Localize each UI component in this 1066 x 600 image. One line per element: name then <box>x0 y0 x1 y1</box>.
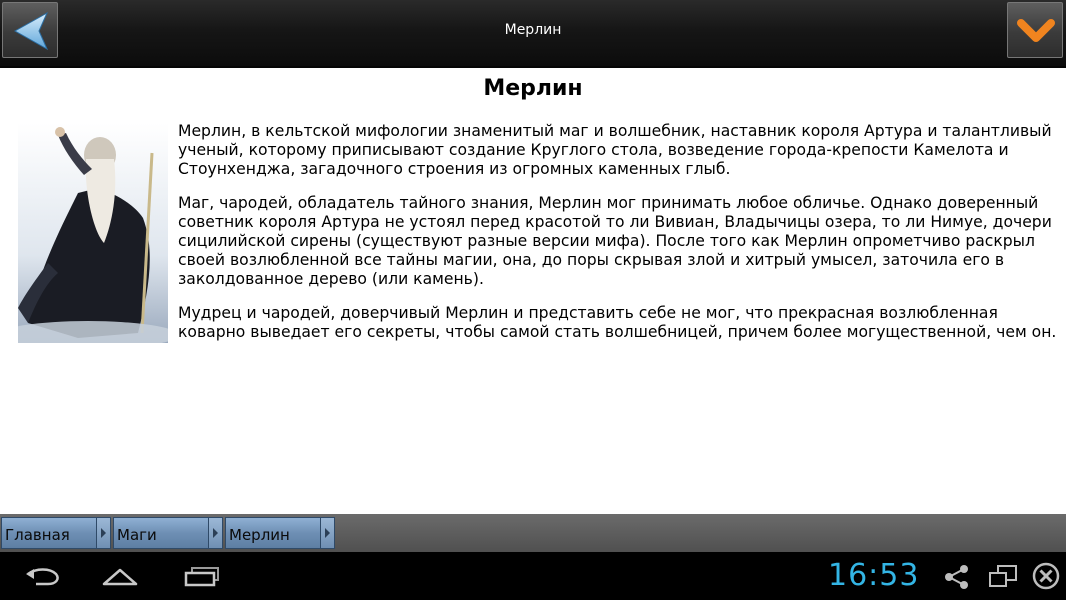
chevron-down-icon <box>1017 19 1055 42</box>
close-icon[interactable] <box>1031 561 1061 591</box>
recent-apps-icon[interactable] <box>182 564 222 588</box>
article-paragraph: Мерлин, в кельтской мифологии знаменитый… <box>178 122 1052 178</box>
clock: 16:53 <box>828 558 920 593</box>
breadcrumb-arrow-icon <box>96 518 110 548</box>
breadcrumb-arrow-icon <box>208 518 222 548</box>
system-nav-bar: 16:53 <box>0 552 1066 600</box>
article-body: Мерлин, в кельтской мифологии знаменитый… <box>178 122 1060 357</box>
breadcrumb-label: Маги <box>117 526 157 544</box>
article-paragraph: Мудрец и чародей, доверчивый Мерлин и пр… <box>178 304 1057 341</box>
breadcrumb-item-merlin[interactable]: Мерлин <box>225 517 335 549</box>
breadcrumb-label: Главная <box>5 526 70 544</box>
page-title: Мерлин <box>483 76 583 101</box>
breadcrumb: Главная Маги Мерлин <box>0 514 1066 552</box>
app-title: Мерлин <box>504 22 562 38</box>
confirm-button[interactable] <box>1007 2 1063 58</box>
merlin-portrait <box>18 123 168 343</box>
screen-mirror-icon[interactable] <box>988 564 1018 590</box>
article-paragraph: Маг, чародей, обладатель тайного знания,… <box>178 194 1052 288</box>
back-icon[interactable] <box>22 564 62 588</box>
breadcrumb-arrow-icon <box>320 518 334 548</box>
breadcrumb-label: Мерлин <box>229 526 290 544</box>
action-bar: Мерлин <box>0 0 1066 68</box>
home-icon[interactable] <box>100 564 140 588</box>
share-icon[interactable] <box>944 564 970 590</box>
breadcrumb-item-home[interactable]: Главная <box>1 517 111 549</box>
breadcrumb-item-mages[interactable]: Маги <box>113 517 223 549</box>
